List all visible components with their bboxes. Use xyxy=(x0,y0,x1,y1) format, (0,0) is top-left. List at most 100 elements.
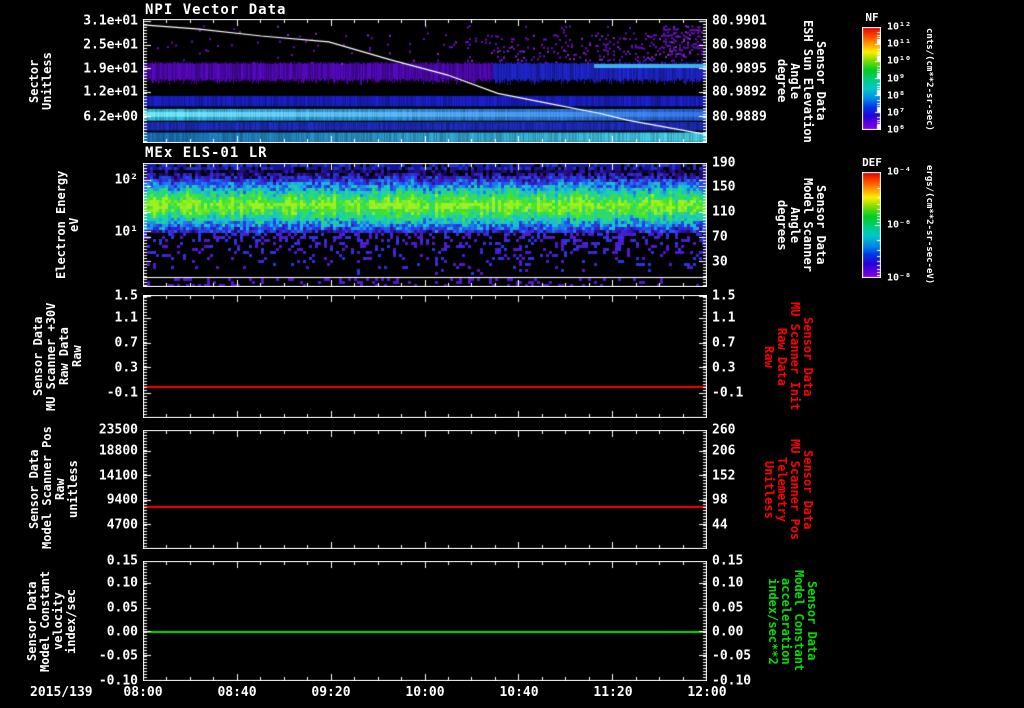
colorbar-nf xyxy=(862,27,881,134)
tick-label: 0.00 xyxy=(712,624,744,640)
panel5-left-ticks: 0.15 0.10 0.05 0.00 -0.05 -0.10 xyxy=(58,554,138,689)
time-tick-label: 12:00 xyxy=(687,685,727,700)
tick-label: 10¹ xyxy=(114,224,138,240)
tick-label: 80.9889 xyxy=(712,109,767,125)
time-axis-labels: 08:00 08:40 09:20 10:00 10:40 11:20 12:00 xyxy=(123,685,726,703)
tick-label: 0.10 xyxy=(106,575,138,591)
tick-label: -0.05 xyxy=(712,648,752,664)
right-axis-title-line: Sensor Data xyxy=(801,449,815,530)
els-spectrogram-canvas xyxy=(143,163,707,287)
colorbar-tick-label: 10⁸ xyxy=(887,90,906,102)
tick-label: 18800 xyxy=(98,443,138,459)
tick-label: 1.5 xyxy=(712,288,736,304)
colorbar-tick-label: 10⁹ xyxy=(887,73,906,84)
right-axis-title-line: Model Constant xyxy=(792,570,806,672)
tick-label: 4700 xyxy=(106,517,138,533)
time-tick-label: 11:20 xyxy=(593,685,633,700)
tick-label: 0.3 xyxy=(712,360,736,376)
panel2-left-ticks: 10² 10¹ xyxy=(58,163,138,287)
tick-label: 206 xyxy=(712,443,736,459)
panel3-left-ticks: 1.5 1.1 0.7 0.3 -0.1 xyxy=(58,289,138,418)
tick-label: 1.1 xyxy=(114,310,138,326)
colorbar-nf-ticks: 10¹² 10¹¹ 10¹⁰ 10⁹ 10⁸ 10⁷ 10⁶ xyxy=(887,22,927,136)
tick-label: 44 xyxy=(712,517,728,533)
colorbar-def-ticks: 10⁻⁴ 10⁻⁶ 10⁻⁸ xyxy=(887,167,927,284)
tick-label: 110 xyxy=(712,204,736,220)
right-axis-title-line: Angle xyxy=(788,62,802,100)
tick-label: -0.1 xyxy=(106,385,138,401)
colorbar-tick-label: 10⁻⁴ xyxy=(887,166,912,178)
summary-plot-page: NPI Vector Data MEx ELS-01 LR Sector Unit… xyxy=(0,0,1024,708)
panel4-left-ticks: 23500 18800 14100 9400 4700 xyxy=(58,423,138,549)
right-axis-title-line: Telemetry xyxy=(775,456,789,523)
right-axis-title-line: Model Scanner xyxy=(801,178,815,272)
tick-label: 1.9e+01 xyxy=(83,61,138,77)
right-axis-title-line: degree xyxy=(775,59,789,103)
tick-label: 80.9895 xyxy=(712,61,767,77)
right-axis-title-line: acceleration xyxy=(779,577,793,665)
date-label: 2015/139 xyxy=(30,685,93,700)
colorbar-def-canvas xyxy=(862,172,881,278)
tick-label: 0.05 xyxy=(712,600,744,616)
tick-label: 0.00 xyxy=(106,624,138,640)
model-constant-canvas xyxy=(143,561,707,681)
time-tick-label: 10:00 xyxy=(405,685,445,700)
model-constant-panel xyxy=(143,561,707,681)
panel2-title: MEx ELS-01 LR xyxy=(145,145,268,161)
tick-label: 10² xyxy=(114,172,138,188)
right-axis-title-line: MU Scanner Init xyxy=(788,302,802,411)
tick-label: 2.5e+01 xyxy=(83,37,138,53)
tick-label: 0.7 xyxy=(114,335,138,351)
tick-label: 80.9898 xyxy=(712,37,767,53)
tick-label: 152 xyxy=(712,468,736,484)
colorbar-tick-label: 10¹⁰ xyxy=(887,55,912,67)
tick-label: 23500 xyxy=(98,422,138,438)
tick-label: 98 xyxy=(712,492,728,508)
colorbar-nf-units: cnts/(cm**2-sr-sec) xyxy=(924,28,934,131)
colorbar-tick-label: 10¹² xyxy=(887,21,912,33)
right-axis-title-line: Sensor Data xyxy=(801,316,815,397)
colorbar-tick-label: 10⁶ xyxy=(887,124,906,136)
colorbar-def-units: ergs/(cm**2-sr-sec-eV) xyxy=(924,165,934,285)
right-axis-title-line: Sensor Data xyxy=(814,41,828,121)
tick-label: 80.9892 xyxy=(712,84,767,100)
right-axis-title-line: Sensor Data xyxy=(814,185,828,265)
panel1-right-axis-title: Sensor Data ESH Sun Elevation Angle degree xyxy=(775,19,828,143)
y-axis-title-line: Unitless xyxy=(40,52,54,110)
panel1-right-ticks: 80.9901 80.9898 80.9895 80.9892 80.9889 xyxy=(712,14,782,143)
els-spectrogram-panel xyxy=(143,163,707,287)
right-axis-title-line: Angle xyxy=(788,206,802,244)
panel2-right-axis-title: Sensor Data Model Scanner Angle degrees xyxy=(775,163,828,287)
tick-label: -0.05 xyxy=(98,648,138,664)
colorbar-def xyxy=(862,172,881,282)
tick-label: 0.7 xyxy=(712,335,736,351)
time-tick-label: 08:00 xyxy=(123,685,163,700)
tick-label: 0.05 xyxy=(106,600,138,616)
panel4-right-axis-title: Sensor Data MU Scanner Pos Telemetry Unitle… xyxy=(762,430,815,549)
colorbar-tick-label: 10⁻⁶ xyxy=(887,219,912,231)
scanner-pos-canvas xyxy=(143,430,707,549)
tick-label: 80.9901 xyxy=(712,13,767,29)
colorbar-nf-canvas xyxy=(862,27,881,130)
right-axis-title-line: ESH Sun Elevation xyxy=(801,19,815,143)
colorbar-tick-label: 10¹¹ xyxy=(887,38,912,50)
colorbar-tick-label: 10⁻⁸ xyxy=(887,272,912,284)
right-axis-title-line: Unitless xyxy=(762,460,776,519)
mu-scanner-30v-panel xyxy=(143,295,707,418)
right-axis-title-line: Raw Data xyxy=(775,327,789,386)
npi-spectrogram-canvas xyxy=(143,19,707,143)
right-axis-title-line: Raw xyxy=(762,345,776,368)
scanner-pos-panel xyxy=(143,430,707,549)
tick-label: 0.15 xyxy=(106,553,138,569)
tick-label: 3.1e+01 xyxy=(83,13,138,29)
tick-label: 6.2e+00 xyxy=(83,109,138,125)
colorbar-tick-label: 10⁷ xyxy=(887,107,906,119)
colorbar-def-title: DEF xyxy=(862,156,882,169)
panel1-y-axis-title: Sector Unitless xyxy=(27,19,58,143)
panel5-right-axis-title: Sensor Data Model Constant acceleration ind… xyxy=(766,561,819,681)
tick-label: 1.2e+01 xyxy=(83,84,138,100)
npi-spectrogram-panel xyxy=(143,19,707,143)
tick-label: -0.1 xyxy=(712,385,744,401)
panel2-right-ticks: 190 150 110 70 30 xyxy=(712,156,782,287)
mu-scanner-30v-canvas xyxy=(143,295,707,418)
